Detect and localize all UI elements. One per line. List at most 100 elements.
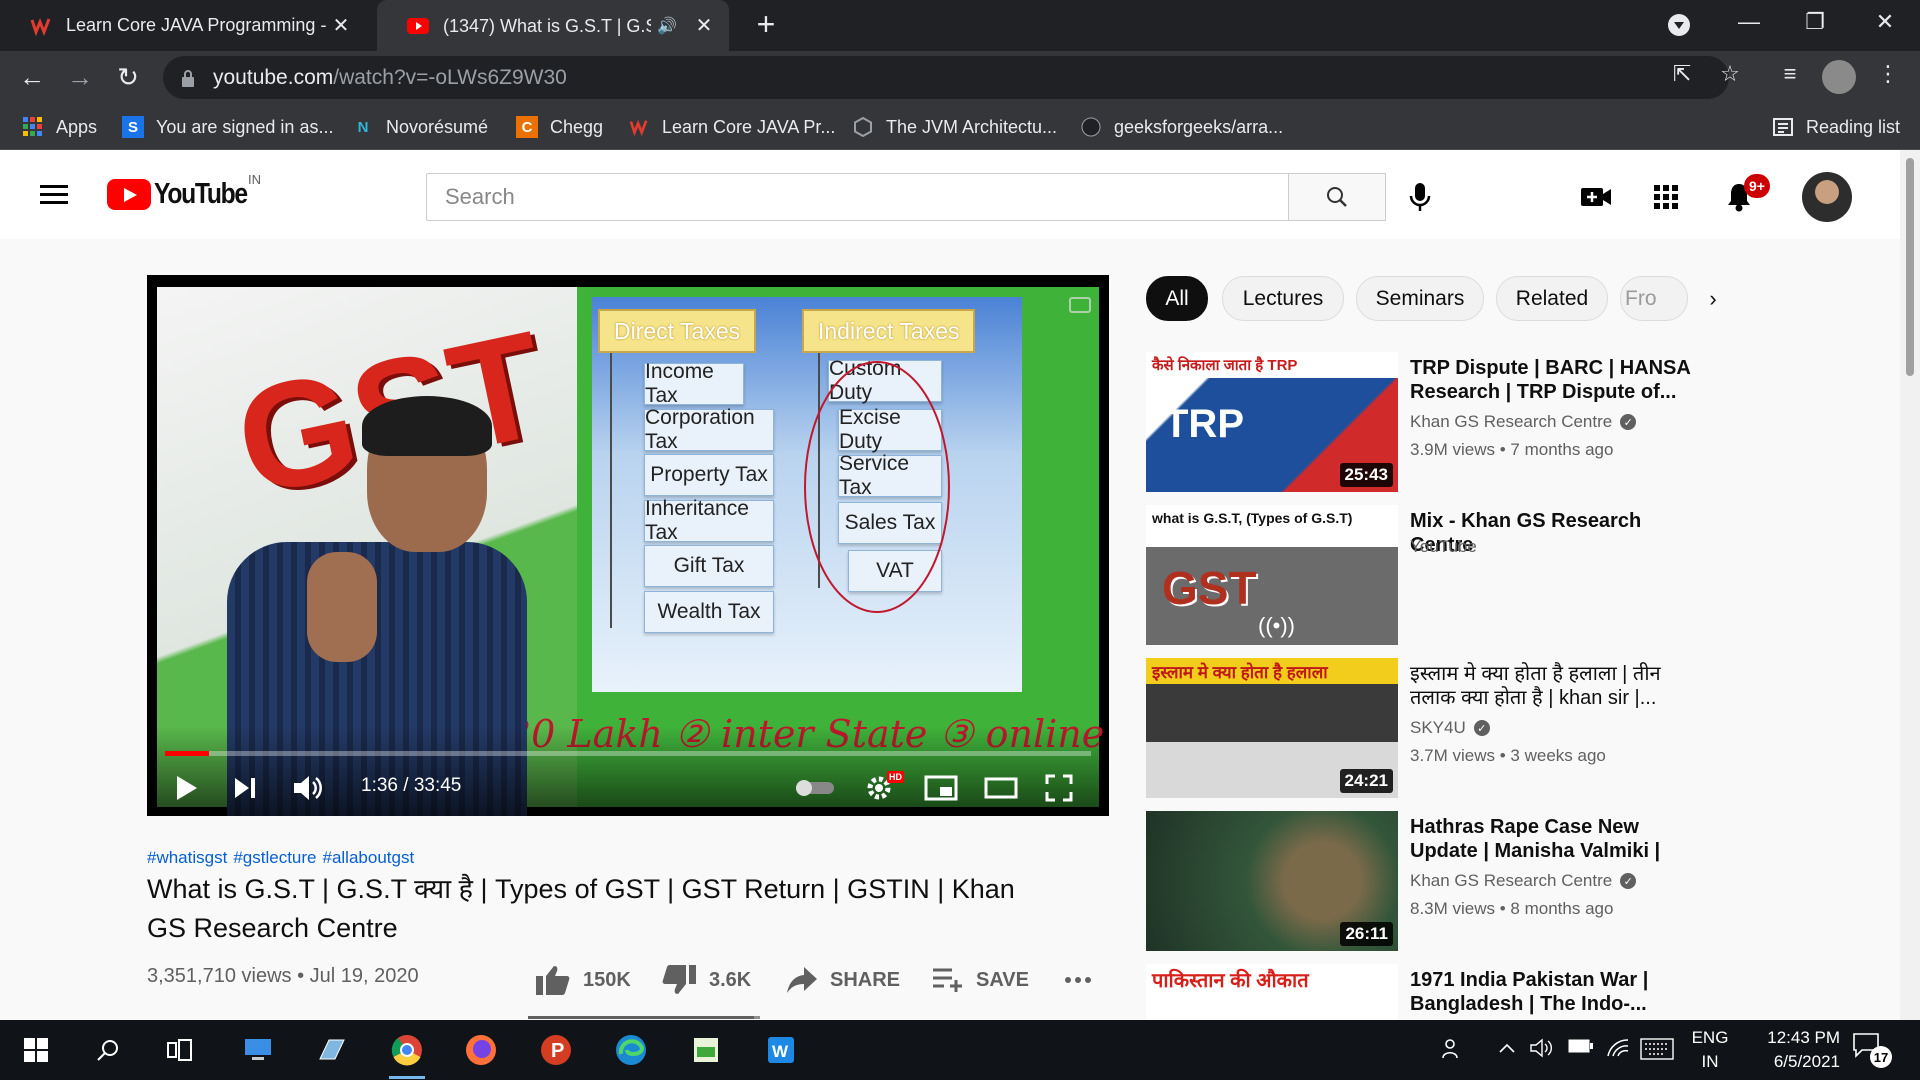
close-icon[interactable]: ✕ xyxy=(330,13,352,38)
save-button[interactable]: SAVE xyxy=(932,960,1029,1000)
search-icon[interactable] xyxy=(86,1030,130,1070)
hashtag-link[interactable]: #gstlecture xyxy=(233,848,316,867)
bookmark-apps[interactable]: Apps xyxy=(22,113,97,141)
recommendation-item[interactable]: पाकिस्तान की औकात 1971 India Pakistan Wa… xyxy=(1146,964,1706,1020)
reading-list-button[interactable]: Reading list xyxy=(1772,113,1900,141)
speaker-icon[interactable]: 🔊 xyxy=(657,16,677,36)
rec-title[interactable]: TRP Dispute | BARC | HANSA Research | TR… xyxy=(1410,356,1710,404)
bookmark-learn-java[interactable]: Learn Core JAVA Pr... xyxy=(628,113,835,141)
bookmark-geeksforgeeks[interactable]: geeksforgeeks/arra... xyxy=(1080,113,1283,141)
media-control-icon[interactable]: ≡ xyxy=(1778,61,1802,86)
show-hidden-icons-chevron-icon[interactable] xyxy=(1498,1038,1516,1059)
word-processor-icon[interactable]: W xyxy=(759,1030,803,1070)
edge-icon[interactable] xyxy=(609,1030,653,1070)
fullscreen-button[interactable] xyxy=(1039,770,1079,806)
chip-related[interactable]: Related xyxy=(1496,276,1608,321)
video-thumbnail[interactable]: what is G.S.T, (Types of G.S.T) GST ((•)… xyxy=(1146,505,1398,645)
page-scrollbar[interactable] xyxy=(1900,150,1920,1020)
hashtag-link[interactable]: #allaboutgst xyxy=(323,848,415,867)
new-tab-button[interactable]: + xyxy=(748,6,784,42)
theater-mode-button[interactable] xyxy=(981,770,1021,806)
hashtag-link[interactable]: #whatisgst xyxy=(147,848,227,867)
voice-search-button[interactable] xyxy=(1400,177,1440,217)
youtube-logo[interactable]: YouTube xyxy=(107,178,263,211)
open-in-app-icon[interactable]: ⇱ xyxy=(1670,61,1694,86)
recommendation-item[interactable]: इस्लाम मे क्या होता है हलाला 24:21 इस्ला… xyxy=(1146,658,1706,798)
create-video-icon[interactable] xyxy=(1578,179,1614,215)
chevron-right-icon[interactable]: › xyxy=(1702,286,1724,311)
rec-channel[interactable]: Khan GS Research Centre ✓ xyxy=(1410,412,1637,432)
back-icon[interactable]: ← xyxy=(14,59,50,95)
spreadsheet-app-icon[interactable] xyxy=(684,1030,728,1070)
dislike-button[interactable]: 3.6K xyxy=(661,960,751,1000)
bookmark-novoresume[interactable]: N Novorésumé xyxy=(352,113,488,141)
chip-from[interactable]: Fro xyxy=(1620,276,1688,321)
autoplay-toggle[interactable] xyxy=(793,770,837,806)
share-button[interactable]: SHARE xyxy=(786,960,900,1000)
rec-channel[interactable]: Khan GS Research Centre ✓ xyxy=(1410,871,1637,891)
progress-bar[interactable] xyxy=(165,751,1091,756)
scrollbar-thumb[interactable] xyxy=(1906,158,1914,376)
wifi-icon[interactable] xyxy=(1606,1038,1630,1063)
address-bar[interactable]: youtube.com/watch?v=-oLWs6Z9W30 xyxy=(163,56,1729,99)
recommendation-item[interactable]: कैसे निकाला जाता है TRP TRP 25:43 TRP Di… xyxy=(1146,352,1706,492)
video-thumbnail[interactable]: कैसे निकाला जाता है TRP TRP 25:43 xyxy=(1146,352,1398,492)
forward-icon[interactable]: → xyxy=(62,59,98,95)
recommendation-item[interactable]: what is G.S.T, (Types of G.S.T) GST ((•)… xyxy=(1146,505,1706,645)
video-thumbnail[interactable]: इस्लाम मे क्या होता है हलाला 24:21 xyxy=(1146,658,1398,798)
recommendation-item[interactable]: 26:11 Hathras Rape Case New Update | Man… xyxy=(1146,811,1706,951)
task-view-icon[interactable] xyxy=(158,1030,202,1070)
input-language[interactable]: ENG IN xyxy=(1690,1026,1730,1074)
windows-start-icon[interactable] xyxy=(14,1030,58,1070)
bookmark-jvm[interactable]: The JVM Architectu... xyxy=(852,113,1057,141)
handdrawn-circle xyxy=(804,361,950,613)
minimize-icon[interactable]: — xyxy=(1716,0,1782,44)
rec-title[interactable]: 1971 India Pakistan War | Bangladesh | T… xyxy=(1410,968,1706,1016)
file-manager-icon[interactable] xyxy=(310,1030,354,1070)
menu-kebab-icon[interactable]: ⋮ xyxy=(1876,61,1900,86)
more-actions-button[interactable] xyxy=(1064,960,1104,1000)
firefox-icon[interactable] xyxy=(459,1030,503,1070)
guide-menu-icon[interactable] xyxy=(40,185,68,205)
volume-tray-icon[interactable] xyxy=(1530,1038,1554,1063)
rec-title[interactable]: इस्लाम मे क्या होता है हलाला | तीन तलाक … xyxy=(1410,662,1710,710)
video-thumbnail[interactable]: पाकिस्तान की औकात xyxy=(1146,964,1398,1020)
tab-learn-java[interactable]: Learn Core JAVA Programming - I ✕ xyxy=(0,0,366,51)
like-button[interactable]: 150K xyxy=(535,960,631,1000)
next-button[interactable] xyxy=(227,770,263,806)
rec-title[interactable]: Hathras Rape Case New Update | Manisha V… xyxy=(1410,815,1710,863)
chip-all[interactable]: All xyxy=(1146,276,1208,321)
restore-icon[interactable]: ❐ xyxy=(1782,0,1848,44)
mute-button[interactable] xyxy=(289,770,329,806)
miniplayer-button[interactable] xyxy=(921,770,961,806)
people-icon[interactable] xyxy=(1442,1038,1464,1065)
chip-seminars[interactable]: Seminars xyxy=(1356,276,1484,321)
time-display: 1:36 / 33:45 xyxy=(361,775,462,796)
tab-youtube-gst[interactable]: (1347) What is G.S.T | G.S.T क 🔊 ✕ xyxy=(377,0,729,51)
chrome-icon[interactable] xyxy=(385,1030,429,1079)
bookmark-chegg[interactable]: C Chegg xyxy=(516,113,603,141)
play-button[interactable] xyxy=(169,770,205,806)
bookmark-signed-in[interactable]: S You are signed in as... xyxy=(122,113,333,141)
search-button[interactable] xyxy=(1288,173,1386,221)
keyboard-icon[interactable] xyxy=(1640,1038,1674,1065)
bookmark-star-icon[interactable]: ☆ xyxy=(1718,61,1742,86)
close-icon[interactable]: ✕ xyxy=(693,13,715,38)
chip-lectures[interactable]: Lectures xyxy=(1222,276,1344,321)
tab-search-icon[interactable] xyxy=(1668,14,1690,36)
action-center-button[interactable]: 17 xyxy=(1852,1032,1892,1068)
apps-grid-icon[interactable] xyxy=(1648,179,1684,215)
rec-channel[interactable]: SKY4U ✓ xyxy=(1410,718,1490,738)
this-pc-icon[interactable] xyxy=(236,1030,280,1070)
battery-icon[interactable] xyxy=(1568,1038,1594,1059)
profile-avatar[interactable] xyxy=(1822,60,1856,94)
video-thumbnail[interactable]: 26:11 xyxy=(1146,811,1398,951)
search-input[interactable]: Search xyxy=(426,173,1288,221)
user-avatar[interactable] xyxy=(1802,172,1852,222)
video-player[interactable]: GST Direct Taxes Indirect Taxes Income T… xyxy=(147,275,1109,816)
reload-icon[interactable]: ↻ xyxy=(110,59,146,95)
pdf-reader-icon[interactable]: P xyxy=(534,1030,578,1070)
close-window-icon[interactable]: ✕ xyxy=(1852,0,1918,44)
system-clock[interactable]: 12:43 PM 6/5/2021 xyxy=(1740,1026,1840,1074)
rec-channel[interactable]: YouTube xyxy=(1410,537,1477,557)
